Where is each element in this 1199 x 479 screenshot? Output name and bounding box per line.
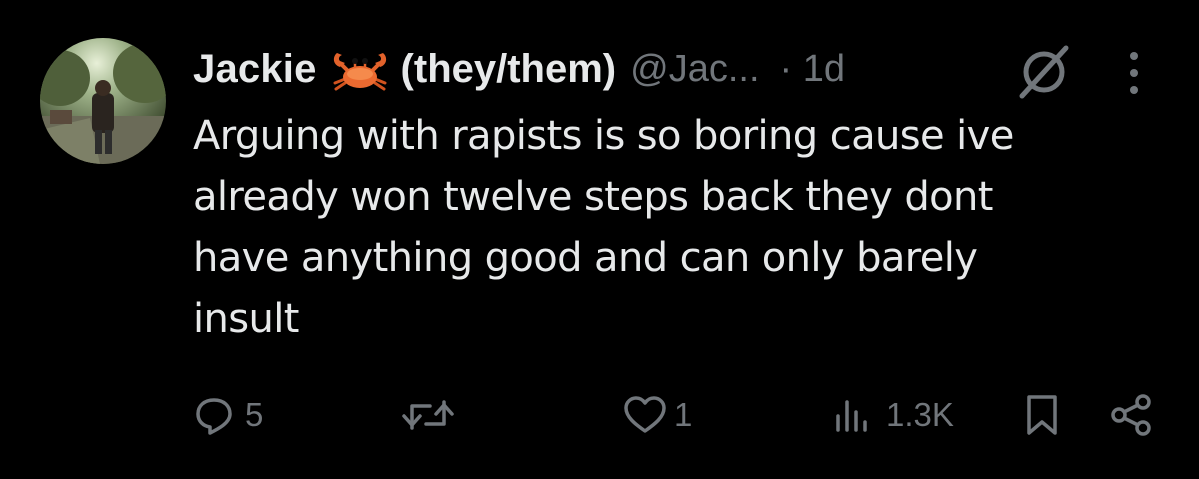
like-button[interactable]: 1	[622, 385, 692, 445]
bookmark-icon	[1024, 393, 1060, 437]
reply-button[interactable]: 5	[193, 385, 263, 445]
slash-circle-icon	[1014, 45, 1078, 99]
reply-count: 5	[245, 396, 264, 433]
tweet-header: Jackie (they/them) @Jac... · 1d	[193, 40, 845, 98]
user-handle[interactable]: @Jac...	[630, 48, 759, 91]
reply-icon	[193, 394, 235, 436]
views-chart-icon	[832, 394, 872, 436]
like-count: 1	[674, 396, 693, 433]
avatar[interactable]	[40, 38, 166, 164]
more-vertical-icon[interactable]	[1120, 48, 1148, 98]
share-icon	[1109, 392, 1155, 438]
tweet-text: Arguing with rapists is so boring cause …	[193, 113, 1014, 342]
heart-icon	[622, 394, 668, 436]
tweet-card[interactable]: Jackie (they/them) @Jac... · 1d Arguing …	[0, 0, 1199, 479]
crab-icon	[331, 47, 389, 91]
tweet-actions: 5 1 1.3K	[0, 385, 1199, 445]
share-button[interactable]	[1109, 385, 1155, 445]
views-button[interactable]: 1.3K	[832, 385, 954, 445]
retweet-icon	[400, 394, 456, 436]
display-name[interactable]: Jackie	[193, 47, 317, 92]
retweet-button[interactable]	[400, 385, 466, 445]
bookmark-button[interactable]	[1024, 385, 1060, 445]
pronouns: (they/them)	[400, 46, 617, 91]
timestamp[interactable]: · 1d	[780, 48, 845, 91]
views-count: 1.3K	[886, 396, 954, 433]
